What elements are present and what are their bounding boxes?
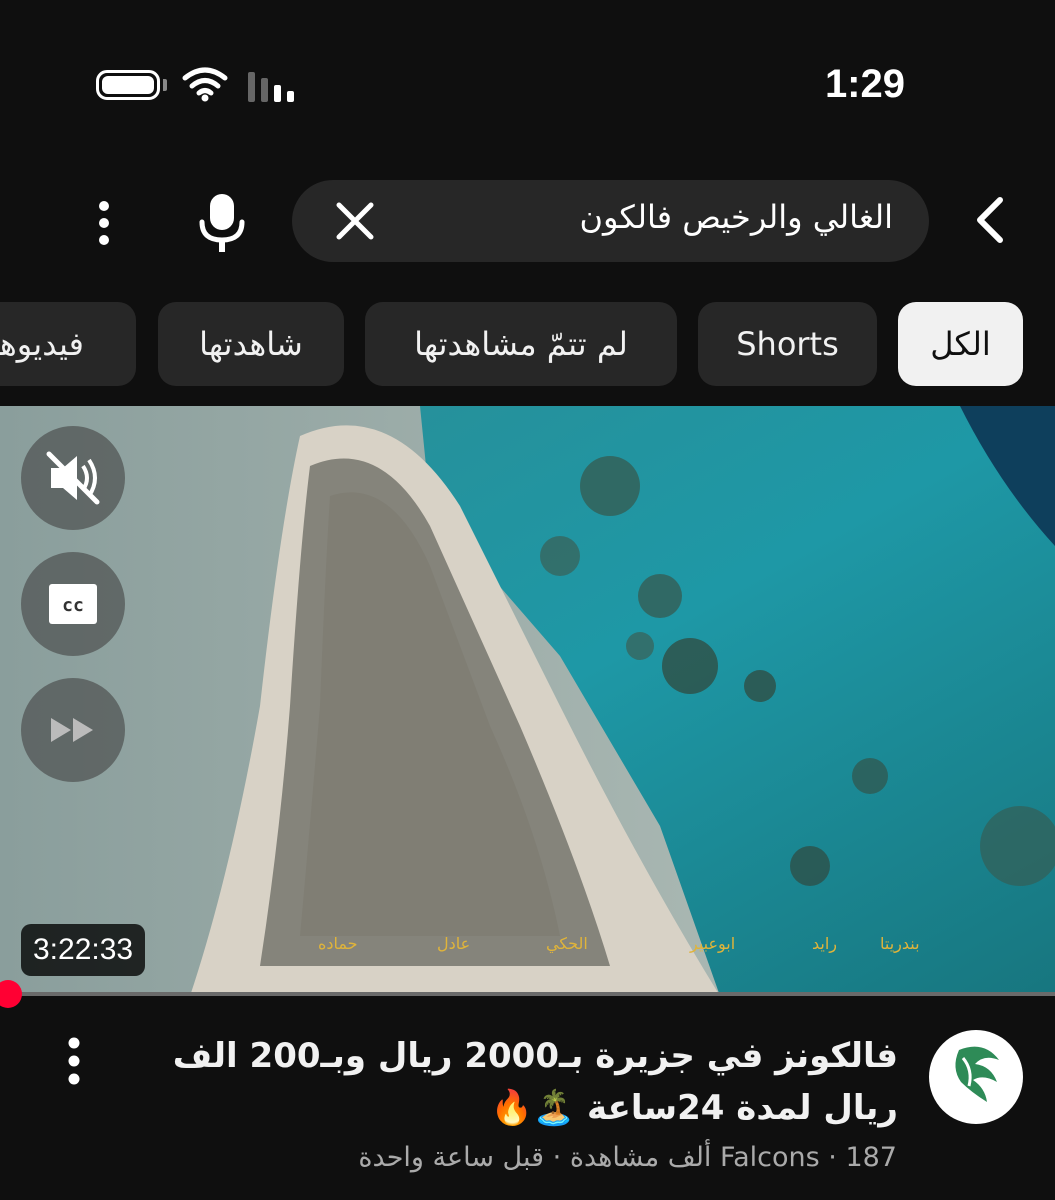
search-row: الغالي والرخيص فالكون [0,178,1055,264]
video-metadata: فالكونز في جزيرة بـ2000 ريال وبـ200 الف … [0,1020,1055,1200]
fast-forward-icon [51,718,93,742]
video-thumbnail [0,406,1055,996]
falcons-logo-icon [955,1046,999,1102]
captions-button[interactable]: cc [21,552,125,656]
battery-cap [163,79,167,91]
chip-shorts[interactable]: Shorts [698,302,877,386]
separator: · [552,1142,562,1173]
more-vert-icon[interactable] [56,1034,92,1088]
filter-chips: الكل Shorts لم تتمّ مشاهدتها شاهدتها فيد… [0,302,1055,386]
status-time: 1:29 [824,62,905,106]
video-duration: 3:22:33 [21,924,146,976]
video-caption: الحكي [546,934,588,953]
mute-icon [46,451,100,505]
search-query: الغالي والرخيص فالكون [579,198,893,236]
channel-name[interactable]: Falcons [720,1142,820,1173]
cc-icon: cc [49,584,97,624]
battery-icon [96,70,160,100]
video-player[interactable]: بندريتا رايد ابوعبير الحكي عادل حماده cc… [0,406,1055,996]
video-caption: عادل [437,934,471,953]
video-caption: رايد [812,934,838,953]
mute-button[interactable] [21,426,125,530]
wifi-icon [182,67,228,102]
video-caption: بندريتا [880,934,920,953]
search-input[interactable]: الغالي والرخيص فالكون [292,180,929,262]
back-icon[interactable] [962,192,1018,248]
progress-track[interactable] [0,992,1055,996]
progress-knob[interactable] [0,980,22,1008]
channel-avatar[interactable] [929,1030,1023,1124]
chip-watched[interactable]: شاهدتها [158,302,344,386]
voice-search-button[interactable] [182,182,262,262]
video-caption: ابوعبير [690,934,736,953]
chip-all[interactable]: الكل [898,302,1023,386]
video-title[interactable]: فالكونز في جزيرة بـ2000 ريال وبـ200 الف … [150,1030,898,1134]
chip-videos[interactable]: فيديوهات [0,302,136,386]
video-subtitle: Falcons · 187 ألف مشاهدة · قبل ساعة واحد… [358,1142,897,1173]
chip-unwatched[interactable]: لم تتمّ مشاهدتها [365,302,677,386]
close-icon[interactable] [330,196,380,246]
svg-text:cc: cc [62,595,84,616]
signal-icon [248,72,294,102]
more-vert-icon[interactable] [88,198,120,248]
status-bar: 1:29 [0,0,1055,170]
video-caption: حماده [318,934,358,953]
separator: · [828,1142,837,1173]
mic-icon [199,194,245,252]
upload-time: قبل ساعة واحدة [358,1142,545,1173]
fast-forward-button[interactable] [21,678,125,782]
